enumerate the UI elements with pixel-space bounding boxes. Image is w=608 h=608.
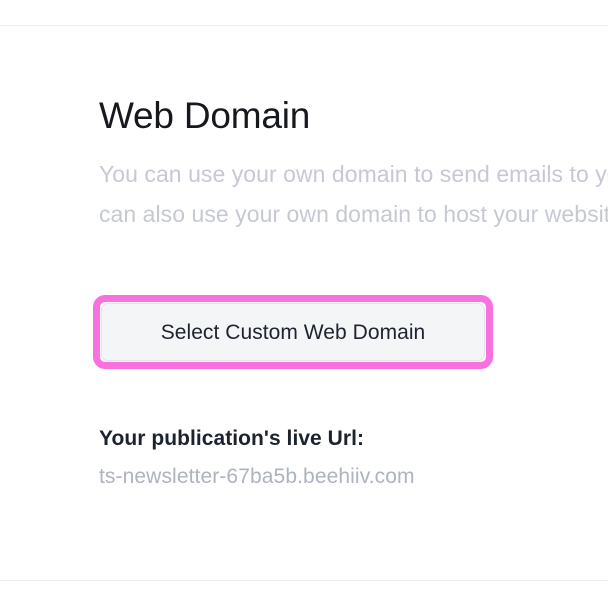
description-line-1: You can use your own domain to send emai… [99, 161, 608, 187]
select-custom-web-domain-label: Select Custom Web Domain [160, 320, 426, 344]
web-domain-settings-panel: Web Domain You can use your own domain t… [0, 0, 608, 608]
web-domain-section: Web Domain You can use your own domain t… [99, 94, 608, 234]
live-url-label: Your publication's live Url: [99, 427, 365, 450]
live-url-value[interactable]: ts-newsletter-67ba5b.beehiiv.com [99, 454, 579, 490]
section-description: You can use your own domain to send emai… [99, 138, 608, 234]
page-title: Web Domain [99, 95, 311, 136]
select-custom-web-domain-button[interactable]: Select Custom Web Domain [101, 303, 485, 361]
top-divider [0, 25, 608, 26]
bottom-divider [0, 580, 608, 581]
live-url-block: Your publication's live Url: ts-newslett… [99, 424, 579, 490]
description-line-2: can also use your own domain to host you… [99, 201, 608, 227]
